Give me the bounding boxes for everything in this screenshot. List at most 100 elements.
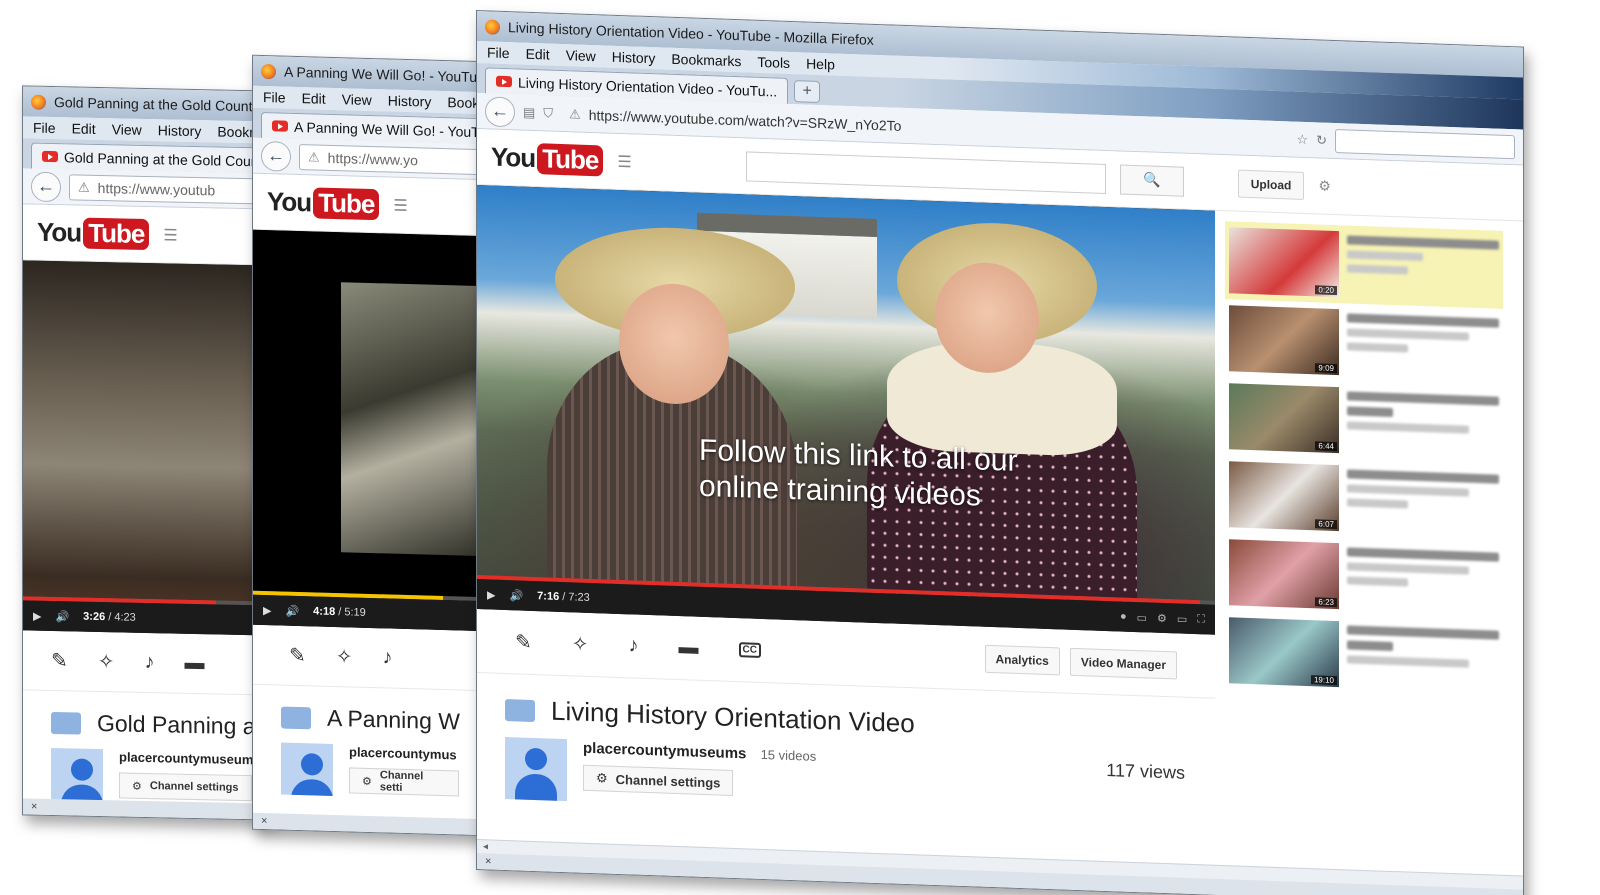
annotation-icon[interactable]: ▬ <box>679 636 699 660</box>
youtube-favicon-icon <box>42 150 58 163</box>
volume-icon[interactable]: 🔊 <box>509 589 523 602</box>
audio-note-icon[interactable]: ♪ <box>383 646 393 669</box>
play-icon[interactable]: ▶ <box>487 588 495 601</box>
avatar[interactable] <box>505 737 567 802</box>
menu-file[interactable]: File <box>33 120 56 136</box>
reload-icon[interactable]: ↻ <box>1316 132 1327 148</box>
back-button[interactable]: ← <box>261 140 291 172</box>
menu-history[interactable]: History <box>158 122 202 139</box>
menu-edit[interactable]: Edit <box>72 120 96 137</box>
play-icon[interactable]: ▶ <box>263 604 271 617</box>
player-controls: ▶ 🔊 3:26 / 4:23 <box>23 600 271 636</box>
video-title: Gold Panning a <box>97 709 256 740</box>
settings-gear-icon[interactable]: ⚙ <box>1318 177 1331 194</box>
video-player[interactable]: ▶ 🔊 3:26 / 4:23 <box>23 260 271 636</box>
url-bar[interactable]: ⚠ https://www.youtub <box>69 173 263 204</box>
menu-history[interactable]: History <box>388 92 432 109</box>
menu-history[interactable]: History <box>612 49 656 67</box>
edit-pencil-icon[interactable]: ✎ <box>289 643 306 668</box>
channel-name[interactable]: placercountymus <box>349 744 459 762</box>
view-count: 117 views <box>1106 760 1185 783</box>
volume-icon[interactable]: 🔊 <box>285 604 299 617</box>
warning-icon: ⚠ <box>308 148 320 165</box>
menu-view[interactable]: View <box>112 121 142 138</box>
related-video-item[interactable]: 9:09 <box>1225 299 1503 387</box>
guide-menu-icon[interactable]: ☰ <box>163 225 177 245</box>
guide-menu-icon[interactable]: ☰ <box>617 151 631 172</box>
related-video-item[interactable]: 19:10 <box>1225 611 1503 699</box>
new-tab-button[interactable]: + <box>794 80 821 104</box>
menu-file[interactable]: File <box>487 44 510 61</box>
close-icon[interactable]: × <box>261 815 267 827</box>
channel-settings-button[interactable]: ⚙ Channel settings <box>119 772 252 802</box>
audio-note-icon[interactable]: ♪ <box>145 651 155 674</box>
playlist-icon <box>51 711 81 735</box>
annotation-overlay[interactable]: Follow this link to all our online train… <box>699 433 1017 516</box>
back-button[interactable]: ← <box>31 171 61 202</box>
menu-file[interactable]: File <box>263 89 286 106</box>
video-thumbnail: 0:20 <box>1229 227 1339 298</box>
youtube-logo[interactable]: You Tube <box>491 141 604 177</box>
bookmark-star-icon[interactable]: ☆ <box>1296 131 1308 147</box>
theater-mode-icon[interactable]: ▭ <box>1177 612 1187 625</box>
captions-cc-icon[interactable]: CC <box>738 642 761 658</box>
youtube-logo[interactable]: You Tube <box>267 186 380 221</box>
youtube-search-input[interactable] <box>745 150 1106 194</box>
tab-active[interactable]: Gold Panning at the Gold Country <box>31 142 271 174</box>
video-player[interactable]: ▶ 🔊 4:18 / 5:19 <box>253 229 487 632</box>
player-settings-icon[interactable]: ⚙ <box>1157 611 1167 624</box>
analytics-button[interactable]: Analytics <box>984 644 1060 675</box>
audio-note-icon[interactable]: ♪ <box>629 634 639 657</box>
player-right-controls: ● ▭ ⚙ ▭ ⛶ <box>1120 610 1205 626</box>
video-frame <box>23 260 271 636</box>
related-video-item[interactable]: 6:07 <box>1225 455 1503 543</box>
enhance-wand-icon[interactable]: ✧ <box>572 631 589 657</box>
enhance-wand-icon[interactable]: ✧ <box>336 644 353 669</box>
play-icon[interactable]: ▶ <box>33 609 41 622</box>
related-video-item[interactable]: 0:20 <box>1225 221 1503 309</box>
volume-icon[interactable]: 🔊 <box>55 610 69 623</box>
video-thumbnail: 9:09 <box>1229 305 1339 376</box>
channel-name[interactable]: placercountymuseum <box>119 749 253 767</box>
channel-name[interactable]: placercountymuseums <box>583 740 746 763</box>
channel-settings-button[interactable]: ⚙ Channel settings <box>583 764 734 796</box>
channel-settings-button[interactable]: ⚙ Channel setti <box>349 767 459 797</box>
scroll-left-icon[interactable]: ◂ <box>483 841 488 852</box>
captions-icon[interactable]: ▭ <box>1137 611 1147 624</box>
menu-tools[interactable]: Tools <box>757 54 790 71</box>
url-bar[interactable]: ⚠ https://www.yo <box>299 143 479 175</box>
duration-badge: 6:44 <box>1315 441 1337 452</box>
youtube-logo[interactable]: You Tube <box>37 217 150 251</box>
menu-edit[interactable]: Edit <box>526 46 550 63</box>
menu-bookmarks[interactable]: Bookmarks <box>671 51 741 69</box>
upload-button[interactable]: Upload <box>1237 169 1305 200</box>
menu-edit[interactable]: Edit <box>302 90 326 107</box>
logo-you: You <box>267 186 312 218</box>
close-icon[interactable]: × <box>485 855 491 867</box>
edit-pencil-icon[interactable]: ✎ <box>51 648 68 673</box>
logo-tube: Tube <box>537 143 604 177</box>
edit-pencil-icon[interactable]: ✎ <box>515 629 532 655</box>
video-player[interactable]: Follow this link to all our online train… <box>477 185 1215 635</box>
related-video-item[interactable]: 6:44 <box>1225 377 1503 465</box>
related-video-item[interactable]: 6:23 <box>1225 533 1503 621</box>
annotations-toggle-icon[interactable]: ● <box>1120 610 1127 623</box>
avatar[interactable] <box>51 747 103 802</box>
enhance-wand-icon[interactable]: ✧ <box>98 649 115 674</box>
close-icon[interactable]: × <box>31 801 37 813</box>
fullscreen-icon[interactable]: ⛶ <box>1197 613 1205 626</box>
menu-help[interactable]: Help <box>806 56 835 73</box>
url-text: https://www.yo <box>327 149 418 168</box>
gear-icon: ⚙ <box>362 775 372 788</box>
menu-view[interactable]: View <box>566 47 596 64</box>
search-button[interactable]: 🔍 <box>1119 163 1184 197</box>
video-manager-button[interactable]: Video Manager <box>1069 647 1177 679</box>
avatar[interactable] <box>281 742 333 796</box>
search-engine-box[interactable] <box>1335 128 1515 159</box>
menu-view[interactable]: View <box>342 91 372 108</box>
guide-menu-icon[interactable]: ☰ <box>393 195 407 215</box>
annotation-icon[interactable]: ▬ <box>185 652 205 675</box>
time-total: / 7:23 <box>562 591 590 604</box>
back-button[interactable]: ← <box>485 95 515 127</box>
logo-you: You <box>491 141 536 174</box>
